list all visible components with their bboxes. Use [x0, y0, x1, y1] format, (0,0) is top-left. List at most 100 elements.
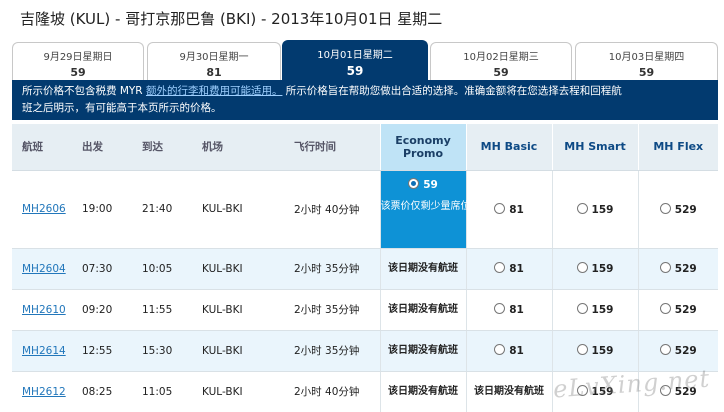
fare-price: 81: [509, 345, 524, 357]
mh-smart-fare[interactable]: 159: [551, 289, 638, 331]
mh-basic-fare[interactable]: 81: [465, 330, 552, 372]
fare-price: 81: [509, 203, 524, 216]
date-tab-price: 59: [493, 66, 509, 79]
table-row: MH2604 07:30 10:05 KUL-BKI 2小时 35分钟 该日期没…: [12, 248, 718, 290]
date-tab-price: 59: [638, 66, 655, 79]
flight-duration: 2小时 35分钟: [284, 248, 380, 290]
mh-smart-fare[interactable]: 159: [551, 248, 638, 290]
fare-price: 529: [674, 203, 697, 216]
radio-icon[interactable]: [659, 262, 671, 273]
flight-duration: 2小时 40分钟: [284, 371, 380, 412]
page-title: 吉隆坡 (KUL) - 哥打京那巴鲁 (BKI) - 2013年10月01日 星…: [20, 10, 443, 28]
mh-flex-fare[interactable]: 529: [637, 289, 718, 331]
fare-price: 81: [509, 263, 524, 275]
date-tab-sep29[interactable]: 9月29日星期日 59: [12, 42, 144, 80]
arrive-time: 11:55: [132, 289, 192, 331]
table-row: MH2610 09:20 11:55 KUL-BKI 2小时 35分钟 该日期没…: [12, 289, 718, 331]
depart-time: 12:55: [72, 330, 132, 372]
fare-price: 159: [591, 345, 614, 357]
col-header-mh-flex: MH Flex: [637, 124, 718, 171]
depart-time: 19:00: [72, 170, 132, 249]
fare-price: 159: [591, 304, 614, 316]
economy-promo-fare[interactable]: 59 该票价仅剩少量席位: [379, 170, 471, 249]
flight-link[interactable]: MH2606: [22, 203, 66, 215]
mh-smart-fare[interactable]: 159: [551, 330, 638, 372]
table-header-row: 航班 出发 到达 机场 飞行时间 Economy Promo MH Basic …: [12, 124, 718, 171]
fare-price: 529: [674, 345, 697, 357]
date-tab-label: 10月02日星期三: [463, 52, 539, 63]
fare-price: 529: [674, 263, 697, 275]
depart-time: 08:25: [72, 371, 132, 412]
flight-duration: 2小时 35分钟: [284, 289, 380, 331]
flight-link[interactable]: MH2604: [22, 263, 66, 275]
radio-icon[interactable]: [576, 262, 588, 273]
col-header-mh-basic: MH Basic: [465, 124, 552, 171]
date-tab-price: 59: [346, 64, 364, 78]
radio-icon[interactable]: [659, 202, 671, 214]
col-header-flight: 航班: [12, 124, 72, 171]
flight-link[interactable]: MH2612: [22, 386, 66, 398]
radio-icon[interactable]: [494, 262, 506, 273]
price-notice: 所示价格不包含税费 MYR 额外的行李和费用可能适用。 所示价格旨在帮助您做出合…: [12, 80, 718, 120]
arrive-time: 21:40: [132, 170, 192, 249]
airport-route: KUL-BKI: [192, 248, 284, 290]
mh-basic-unavailable: 该日期没有航班: [465, 371, 552, 412]
economy-promo-unavailable: 该日期没有航班: [379, 248, 466, 290]
date-tab-oct02[interactable]: 10月02日星期三 59: [430, 42, 572, 80]
radio-icon[interactable]: [576, 202, 588, 214]
flight-duration: 2小时 40分钟: [284, 170, 380, 249]
airport-route: KUL-BKI: [192, 330, 284, 372]
low-seats-note: 该票价仅剩少量席位: [380, 200, 471, 212]
date-tab-sep30[interactable]: 9月30日星期一 81: [147, 42, 281, 80]
mh-basic-fare[interactable]: 81: [465, 170, 552, 249]
fare-price: 159: [591, 203, 614, 216]
col-header-economy-promo: Economy Promo: [379, 124, 466, 171]
notice-text: 所示价格旨在帮助您做出合适的选择。准确金额将在您选择去程和回程航: [282, 85, 622, 97]
date-tab-price: 59: [70, 66, 86, 79]
date-tab-oct03[interactable]: 10月03日星期四 59: [575, 42, 718, 80]
fare-price: 529: [674, 304, 697, 316]
fare-price: 59: [423, 178, 438, 191]
date-tab-oct01-selected[interactable]: 10月01日星期二 59: [282, 40, 428, 80]
date-tab-label: 9月29日星期日: [43, 52, 113, 63]
flight-table: 航班 出发 到达 机场 飞行时间 Economy Promo MH Basic …: [12, 124, 718, 412]
radio-icon[interactable]: [576, 303, 588, 314]
col-header-arrive: 到达: [132, 124, 192, 171]
radio-icon[interactable]: [659, 344, 671, 355]
economy-promo-unavailable: 该日期没有航班: [379, 330, 466, 372]
radio-selected-icon[interactable]: [408, 177, 420, 189]
notice-text: 所示价格不包含税费 MYR: [22, 85, 146, 97]
fees-link[interactable]: 额外的行李和费用可能适用。: [146, 85, 283, 97]
flight-duration: 2小时 35分钟: [284, 330, 380, 372]
radio-icon[interactable]: [494, 303, 506, 314]
mh-flex-fare[interactable]: 529: [637, 170, 718, 249]
depart-time: 09:20: [72, 289, 132, 331]
col-header-duration: 飞行时间: [284, 124, 380, 171]
date-tab-label: 10月03日星期四: [608, 52, 685, 63]
col-header-mh-smart: MH Smart: [551, 124, 638, 171]
depart-time: 07:30: [72, 248, 132, 290]
economy-promo-unavailable: 该日期没有航班: [379, 371, 466, 412]
date-tabs: 9月29日星期日 59 9月30日星期一 81 10月01日星期二 59 10月…: [12, 40, 718, 80]
mh-flex-fare[interactable]: 529: [637, 248, 718, 290]
table-row: MH2606 19:00 21:40 KUL-BKI 2小时 40分钟 59 该…: [12, 170, 718, 249]
airport-route: KUL-BKI: [192, 371, 284, 412]
date-tab-label: 10月01日星期二: [317, 50, 393, 61]
arrive-time: 11:05: [132, 371, 192, 412]
airport-route: KUL-BKI: [192, 289, 284, 331]
date-tab-label: 9月30日星期一: [179, 52, 249, 63]
notice-text: 班之后明示，有可能高于本页所示的价格。: [22, 102, 222, 114]
radio-icon[interactable]: [576, 344, 588, 355]
flight-link[interactable]: MH2614: [22, 345, 66, 357]
radio-icon[interactable]: [494, 344, 506, 355]
radio-icon[interactable]: [659, 303, 671, 314]
radio-icon[interactable]: [494, 202, 506, 214]
arrive-time: 15:30: [132, 330, 192, 372]
mh-basic-fare[interactable]: 81: [465, 248, 552, 290]
mh-smart-fare[interactable]: 159: [551, 170, 638, 249]
fare-price: 81: [509, 304, 524, 316]
flight-link[interactable]: MH2610: [22, 304, 66, 316]
table-row: MH2614 12:55 15:30 KUL-BKI 2小时 35分钟 该日期没…: [12, 330, 718, 372]
mh-basic-fare[interactable]: 81: [465, 289, 552, 331]
economy-promo-unavailable: 该日期没有航班: [379, 289, 466, 331]
